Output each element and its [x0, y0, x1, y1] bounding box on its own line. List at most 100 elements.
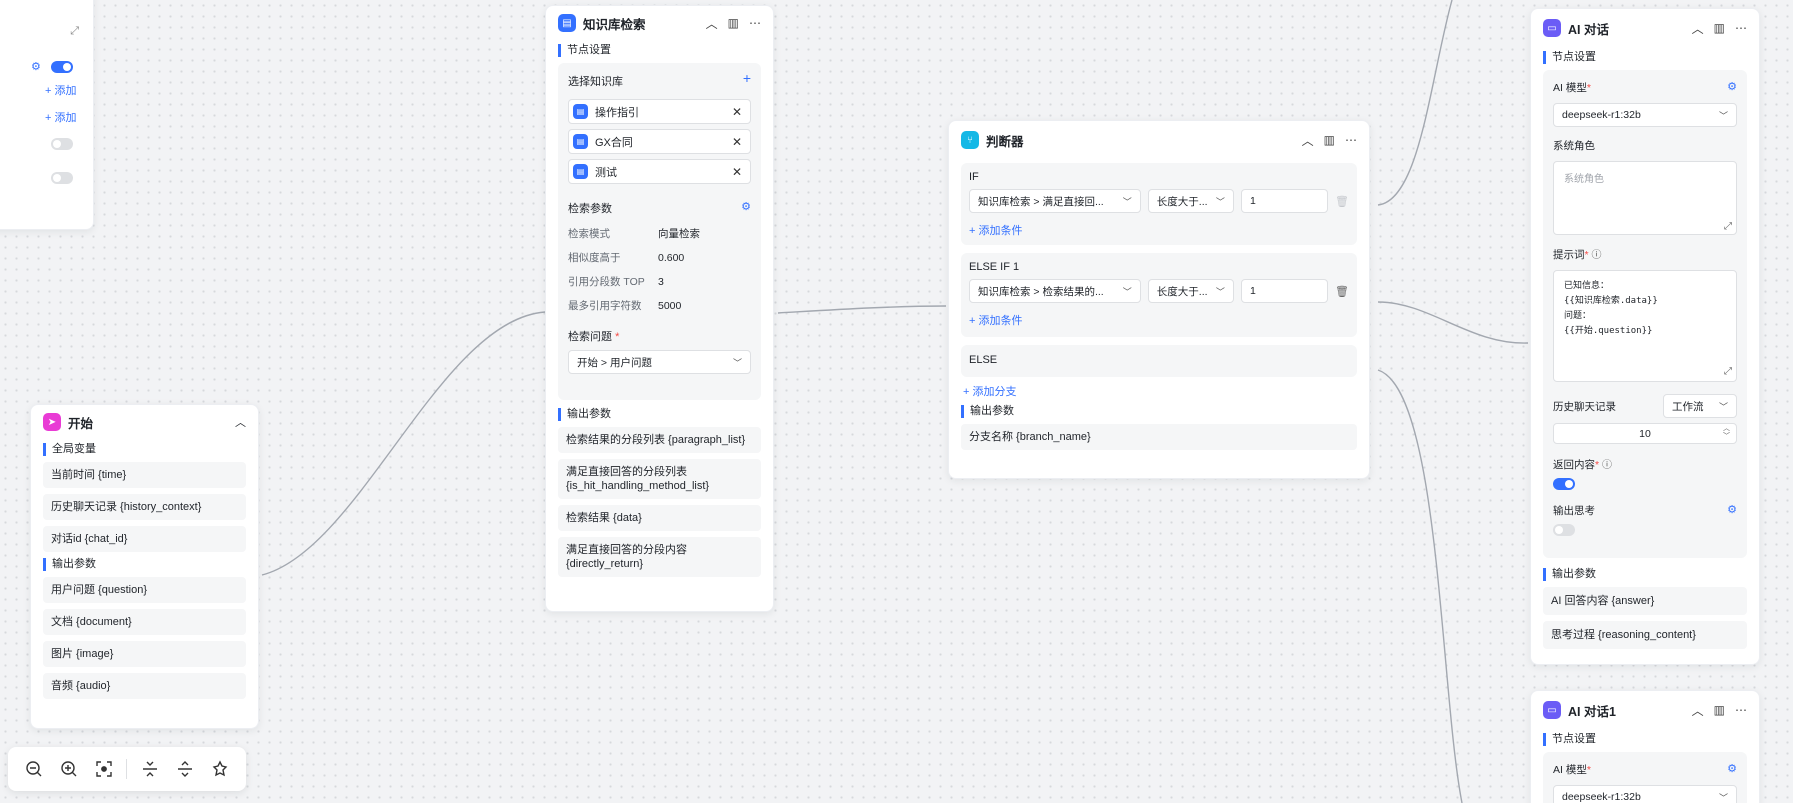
list-item: 音频 {audio} — [43, 673, 246, 699]
chevron-up-icon[interactable]: ︿ — [1692, 20, 1704, 37]
expand-icon[interactable]: ⤢ — [70, 25, 79, 38]
add-button-2[interactable]: + 添加 — [45, 109, 76, 125]
judge-node[interactable]: ⑂ 判断器 ︿ ▥ ⋯ IF 知识库检索 > 满足直接回... ﹀ 长度大于...… — [948, 120, 1370, 479]
prompt-line: 问题： — [1564, 311, 1592, 321]
settings-gear-icon[interactable]: ⚙ — [1727, 503, 1737, 518]
think-label: 输出思考 — [1553, 505, 1595, 517]
expand-all-icon[interactable] — [172, 756, 198, 782]
param-row: 检索模式 向量检索 — [568, 222, 751, 246]
kb-node-header[interactable]: ▤ 知识库检索 ︿ ▥ ⋯ — [546, 6, 773, 40]
kb-search-node[interactable]: ▤ 知识库检索 ︿ ▥ ⋯ 节点设置 选择知识库 + ▤ 操作指引 ✕ ▤ GX… — [545, 5, 774, 612]
toggle-switch-off-2[interactable] — [51, 172, 73, 184]
left-partial-panel: ⤢ ⚙ + 添加 + 添加 — [0, 0, 94, 230]
auto-layout-icon[interactable] — [207, 756, 233, 782]
start-node-header[interactable]: ➤ 开始 ︿ — [31, 405, 258, 439]
expand-icon[interactable]: ⤢ — [1724, 221, 1732, 232]
delete-icon[interactable]: 🗑 — [1335, 285, 1349, 298]
ai-dialog-node[interactable]: ▭ AI 对话 ︿ ▥ ⋯ 节点设置 AI 模型* ⚙ deepseek-r1:… — [1530, 8, 1760, 665]
prompt-line: {{开始.question}} — [1564, 326, 1653, 336]
settings-gear-icon[interactable]: ⚙ — [1727, 762, 1737, 777]
model-select[interactable]: deepseek-r1:32b ﹀ — [1553, 785, 1737, 803]
settings-gear-icon[interactable]: ⚙ — [31, 60, 41, 73]
more-icon[interactable]: ⋯ — [749, 16, 761, 30]
question-label: 检索问题 — [568, 331, 612, 343]
knowledge-base-icon: ▤ — [573, 134, 588, 149]
chevron-up-icon[interactable]: ︿ — [1302, 132, 1314, 149]
list-item: 满足直接回答的分段列表 {is_hit_handling_method_list… — [558, 459, 761, 499]
ai-dialog-node-1[interactable]: ▭ AI 对话1 ︿ ▥ ⋯ 节点设置 AI 模型* ⚙ deepseek-r1… — [1530, 690, 1760, 803]
history-count-stepper[interactable]: 10 ︿ ﹀ — [1553, 423, 1737, 444]
kb-item-name: 操作指引 — [595, 106, 639, 119]
select-value: 长度大于... — [1156, 285, 1208, 298]
param-key: 引用分段数 TOP — [568, 276, 645, 288]
zoom-out-icon[interactable] — [21, 756, 47, 782]
condition-value-input[interactable]: 1 — [1240, 279, 1329, 303]
add-icon[interactable]: + — [743, 71, 751, 89]
toggle-switch-off-1[interactable] — [51, 138, 73, 150]
ai-node-header[interactable]: ▭ AI 对话 ︿ ▥ ⋯ — [1531, 9, 1759, 47]
required-mark: * — [1586, 82, 1591, 94]
start-node[interactable]: ➤ 开始 ︿ 全局变量 当前时间 {time} 历史聊天记录 {history_… — [30, 404, 259, 729]
close-icon[interactable]: ✕ — [732, 165, 742, 179]
chart-icon[interactable]: ▥ — [728, 16, 739, 30]
more-icon[interactable]: ⋯ — [1735, 21, 1747, 35]
collapse-all-icon[interactable] — [137, 756, 163, 782]
close-icon[interactable]: ✕ — [732, 105, 742, 119]
condition-field-select[interactable]: 知识库检索 > 检索结果的... ﹀ — [969, 279, 1141, 303]
role-label: 系统角色 — [1553, 140, 1595, 152]
node-title: 知识库检索 — [583, 17, 646, 32]
chevron-up-icon[interactable]: ︿ — [235, 414, 246, 430]
condition-value-input[interactable]: 1 — [1240, 189, 1329, 213]
node-title: 判断器 — [986, 134, 1024, 149]
chevron-down-icon: ﹀ — [732, 357, 742, 368]
textarea-placeholder: 系统角色 — [1564, 174, 1604, 185]
required-mark: * — [1584, 249, 1589, 261]
chevron-up-icon[interactable]: ︿ — [706, 15, 718, 32]
kb-item[interactable]: ▤ 测试 ✕ — [568, 159, 751, 184]
system-role-textarea[interactable]: 系统角色 ⤢ — [1553, 161, 1737, 235]
prompt-textarea[interactable]: 已知信息： {{知识库检索.data}} 问题： {{开始.question}}… — [1553, 270, 1737, 382]
chevron-up-icon[interactable]: ︿ — [1692, 702, 1704, 719]
ai-node-1-header[interactable]: ▭ AI 对话1 ︿ ▥ ⋯ — [1531, 691, 1759, 729]
chevron-down-icon: ﹀ — [1122, 286, 1132, 297]
toggle-switch-on[interactable] — [51, 61, 73, 73]
settings-box: AI 模型* ⚙ deepseek-r1:32b ﹀ 系统角色 系统角色 ⤢ 提示… — [1543, 70, 1747, 558]
knowledge-base-icon: ▤ — [573, 164, 588, 179]
chart-icon[interactable]: ▥ — [1714, 703, 1725, 717]
expand-icon[interactable]: ⤢ — [1724, 364, 1732, 379]
info-icon[interactable]: ⓘ — [1592, 250, 1602, 261]
more-icon[interactable]: ⋯ — [1735, 703, 1747, 717]
condition-field-select[interactable]: 知识库检索 > 满足直接回... ﹀ — [969, 189, 1141, 213]
param-row: 引用分段数 TOP 3 — [568, 270, 751, 294]
info-icon[interactable]: ⓘ — [1602, 460, 1612, 471]
settings-gear-icon[interactable]: ⚙ — [741, 200, 751, 216]
param-key: 检索模式 — [568, 228, 610, 240]
judge-node-header[interactable]: ⑂ 判断器 ︿ ▥ ⋯ — [949, 121, 1369, 159]
if-label: IF — [969, 171, 979, 183]
list-item: 文档 {document} — [43, 609, 246, 635]
condition-operator-select[interactable]: 长度大于... ﹀ — [1147, 189, 1234, 213]
param-row: 最多引用字符数 5000 — [568, 294, 751, 318]
stepper-arrows-icon[interactable]: ︿ ﹀ — [1723, 425, 1730, 441]
kb-item[interactable]: ▤ 操作指引 ✕ — [568, 99, 751, 124]
delete-icon[interactable]: 🗑 — [1335, 195, 1349, 208]
model-select[interactable]: deepseek-r1:32b ﹀ — [1553, 103, 1737, 127]
add-branch-button[interactable]: + 添加分支 — [963, 383, 1369, 399]
question-select[interactable]: 开始 > 用户问题 ﹀ — [568, 350, 751, 374]
zoom-in-icon[interactable] — [56, 756, 82, 782]
param-value: 3 — [658, 276, 664, 288]
add-button-1[interactable]: + 添加 — [45, 82, 76, 98]
add-condition-button[interactable]: + 添加条件 — [969, 222, 1349, 238]
close-icon[interactable]: ✕ — [732, 135, 742, 149]
condition-operator-select[interactable]: 长度大于... ﹀ — [1147, 279, 1234, 303]
chart-icon[interactable]: ▥ — [1714, 21, 1725, 35]
more-icon[interactable]: ⋯ — [1345, 133, 1357, 147]
output-think-toggle[interactable] — [1553, 524, 1575, 536]
chart-icon[interactable]: ▥ — [1324, 133, 1335, 147]
settings-gear-icon[interactable]: ⚙ — [1727, 80, 1737, 95]
history-mode-select[interactable]: 工作流 ﹀ — [1663, 394, 1737, 418]
fit-view-icon[interactable] — [91, 756, 117, 782]
return-content-toggle[interactable] — [1553, 478, 1575, 490]
kb-item[interactable]: ▤ GX合同 ✕ — [568, 129, 751, 154]
add-condition-button[interactable]: + 添加条件 — [969, 312, 1349, 328]
